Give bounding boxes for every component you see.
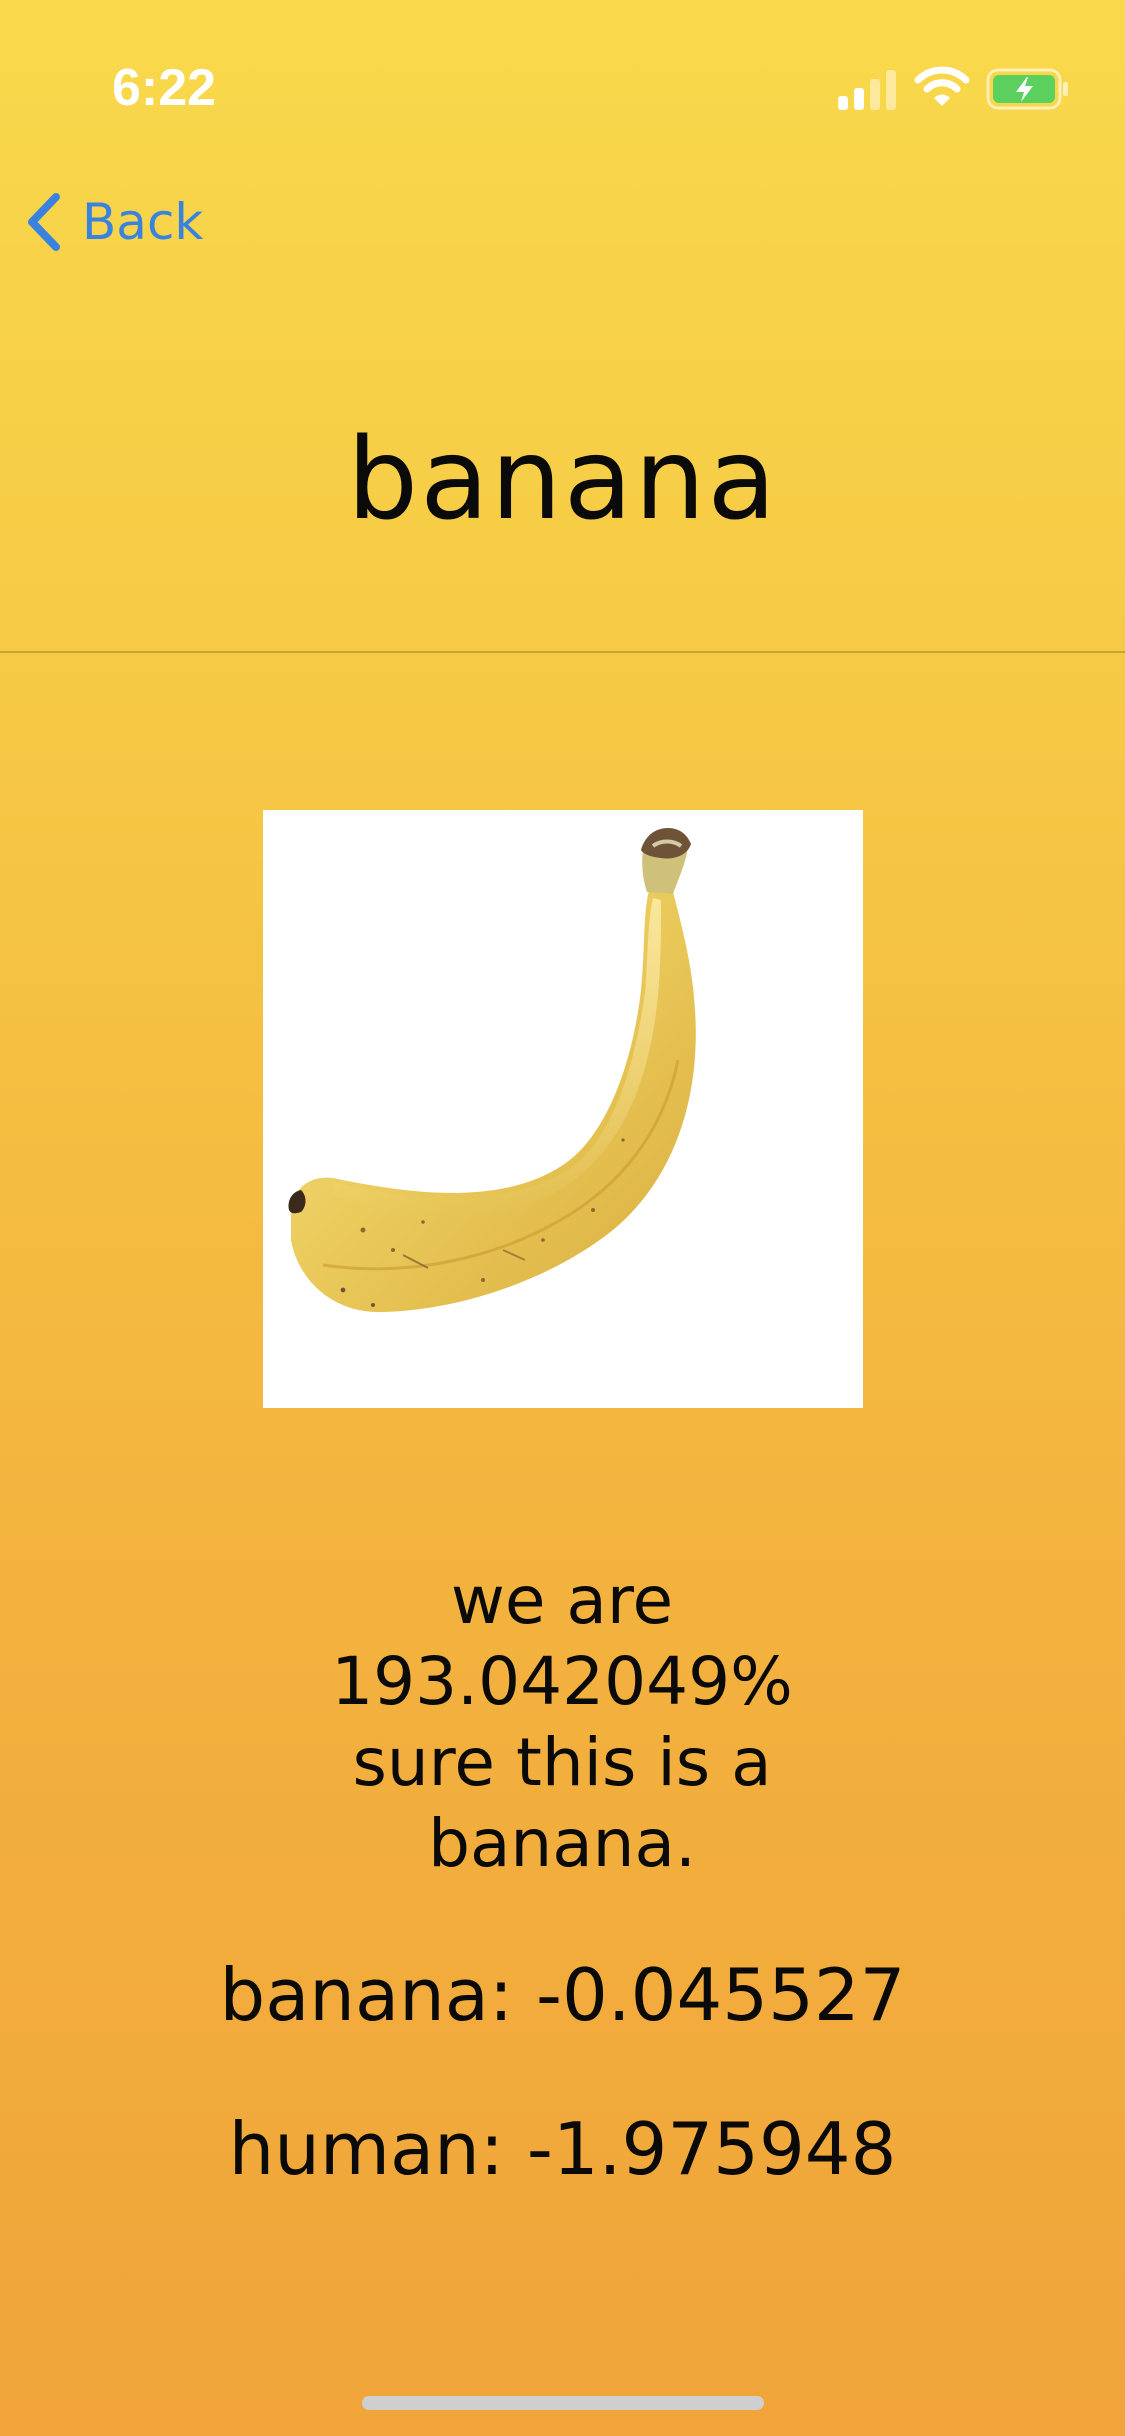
confidence-line: sure this is a	[352, 1724, 772, 1801]
score-human: human: -1.975948	[228, 2107, 897, 2191]
status-time: 6:22	[112, 59, 217, 117]
battery-charging-icon	[986, 68, 1068, 110]
title-divider	[0, 651, 1125, 653]
cellular-signal-icon	[838, 70, 896, 110]
chevron-left-icon	[28, 193, 60, 251]
confidence-percentage: 193.042049%	[331, 1643, 793, 1720]
home-indicator[interactable]	[362, 2396, 764, 2410]
status-bar: 6:22	[0, 0, 1125, 150]
back-label: Back	[82, 193, 204, 251]
score-banana: banana: -0.045527	[219, 1953, 906, 2037]
confidence-line: banana.	[428, 1805, 696, 1882]
banana-photo	[263, 810, 863, 1408]
confidence-message: we are 193.042049% sure this is a banana…	[162, 1560, 962, 1884]
page-title: banana	[347, 415, 778, 545]
navigation-bar: Back	[0, 170, 1125, 270]
wifi-icon	[914, 66, 970, 106]
banana-illustration	[288, 828, 696, 1313]
back-button[interactable]: Back	[22, 182, 203, 262]
confidence-line: we are	[450, 1562, 674, 1639]
